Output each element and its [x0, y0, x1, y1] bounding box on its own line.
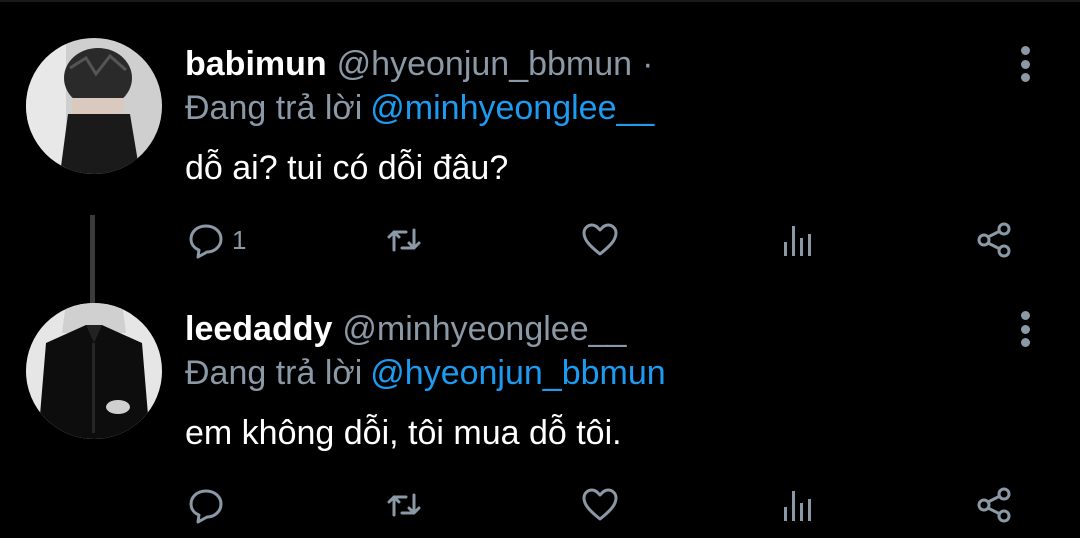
share-button[interactable]: [974, 218, 1014, 262]
avatar-image: [26, 303, 162, 439]
tweet-thread: babimun @hyeonjun_bbmun · Đang trả lời @m…: [0, 0, 1080, 538]
divider: [0, 0, 1080, 2]
replying-to-link[interactable]: @minhyeonglee__: [370, 89, 654, 127]
retweet-icon: [387, 493, 421, 517]
speech-bubble-icon: [189, 224, 223, 259]
tweet-actions: 1: [186, 218, 1036, 262]
display-name[interactable]: babimun: [185, 42, 327, 86]
heart-icon: [582, 223, 618, 256]
views-button[interactable]: [778, 218, 818, 262]
share-icon: [977, 222, 1011, 258]
tweet-text: dỗ ai? tui có dỗi đâu?: [185, 149, 509, 187]
avatar-image: [26, 38, 162, 174]
avatar[interactable]: [26, 303, 162, 439]
reply-button[interactable]: 1: [186, 218, 246, 262]
replying-to-label: Đang trả lời: [185, 89, 363, 127]
bar-chart-icon: [784, 226, 811, 256]
tweet-content: leedaddy @minhyeonglee__ Đang trả lời @hy…: [185, 307, 1035, 455]
retweet-button[interactable]: [384, 483, 424, 527]
bar-chart-icon: [784, 491, 811, 521]
tweet-text: em không dỗi, tôi mua dỗ tôi.: [185, 414, 622, 452]
vertical-ellipsis-icon: [1020, 311, 1030, 320]
retweet-icon: [387, 228, 421, 252]
like-button[interactable]: [580, 218, 620, 262]
more-options-button[interactable]: [1018, 46, 1032, 82]
reply-count: 1: [232, 224, 247, 255]
avatar[interactable]: [26, 38, 162, 174]
replying-to-link[interactable]: @hyeonjun_bbmun: [370, 354, 665, 392]
user-handle[interactable]: @minhyeonglee__: [342, 307, 626, 351]
views-button[interactable]: [778, 483, 818, 527]
tweet-header: babimun @hyeonjun_bbmun ·: [185, 42, 1035, 86]
like-button[interactable]: [580, 483, 620, 527]
more-options-button[interactable]: [1018, 311, 1032, 347]
reply-button[interactable]: [186, 483, 232, 527]
replying-to-line: Đang trả lời @minhyeonglee__: [185, 86, 1035, 130]
tweet-header: leedaddy @minhyeonglee__: [185, 307, 1035, 351]
retweet-button[interactable]: [384, 218, 424, 262]
replying-to-label: Đang trả lời: [185, 354, 363, 392]
vertical-ellipsis-icon: [1020, 46, 1030, 55]
speech-bubble-icon: [189, 489, 223, 524]
tweet-content: babimun @hyeonjun_bbmun · Đang trả lời @m…: [185, 42, 1035, 190]
tweet-actions: [186, 483, 1036, 527]
display-name[interactable]: leedaddy: [185, 307, 332, 351]
share-icon: [977, 487, 1011, 523]
share-button[interactable]: [974, 483, 1014, 527]
user-handle[interactable]: @hyeonjun_bbmun: [337, 42, 632, 86]
separator-dot: ·: [642, 45, 654, 83]
heart-icon: [582, 488, 618, 521]
replying-to-line: Đang trả lời @hyeonjun_bbmun: [185, 351, 1035, 395]
